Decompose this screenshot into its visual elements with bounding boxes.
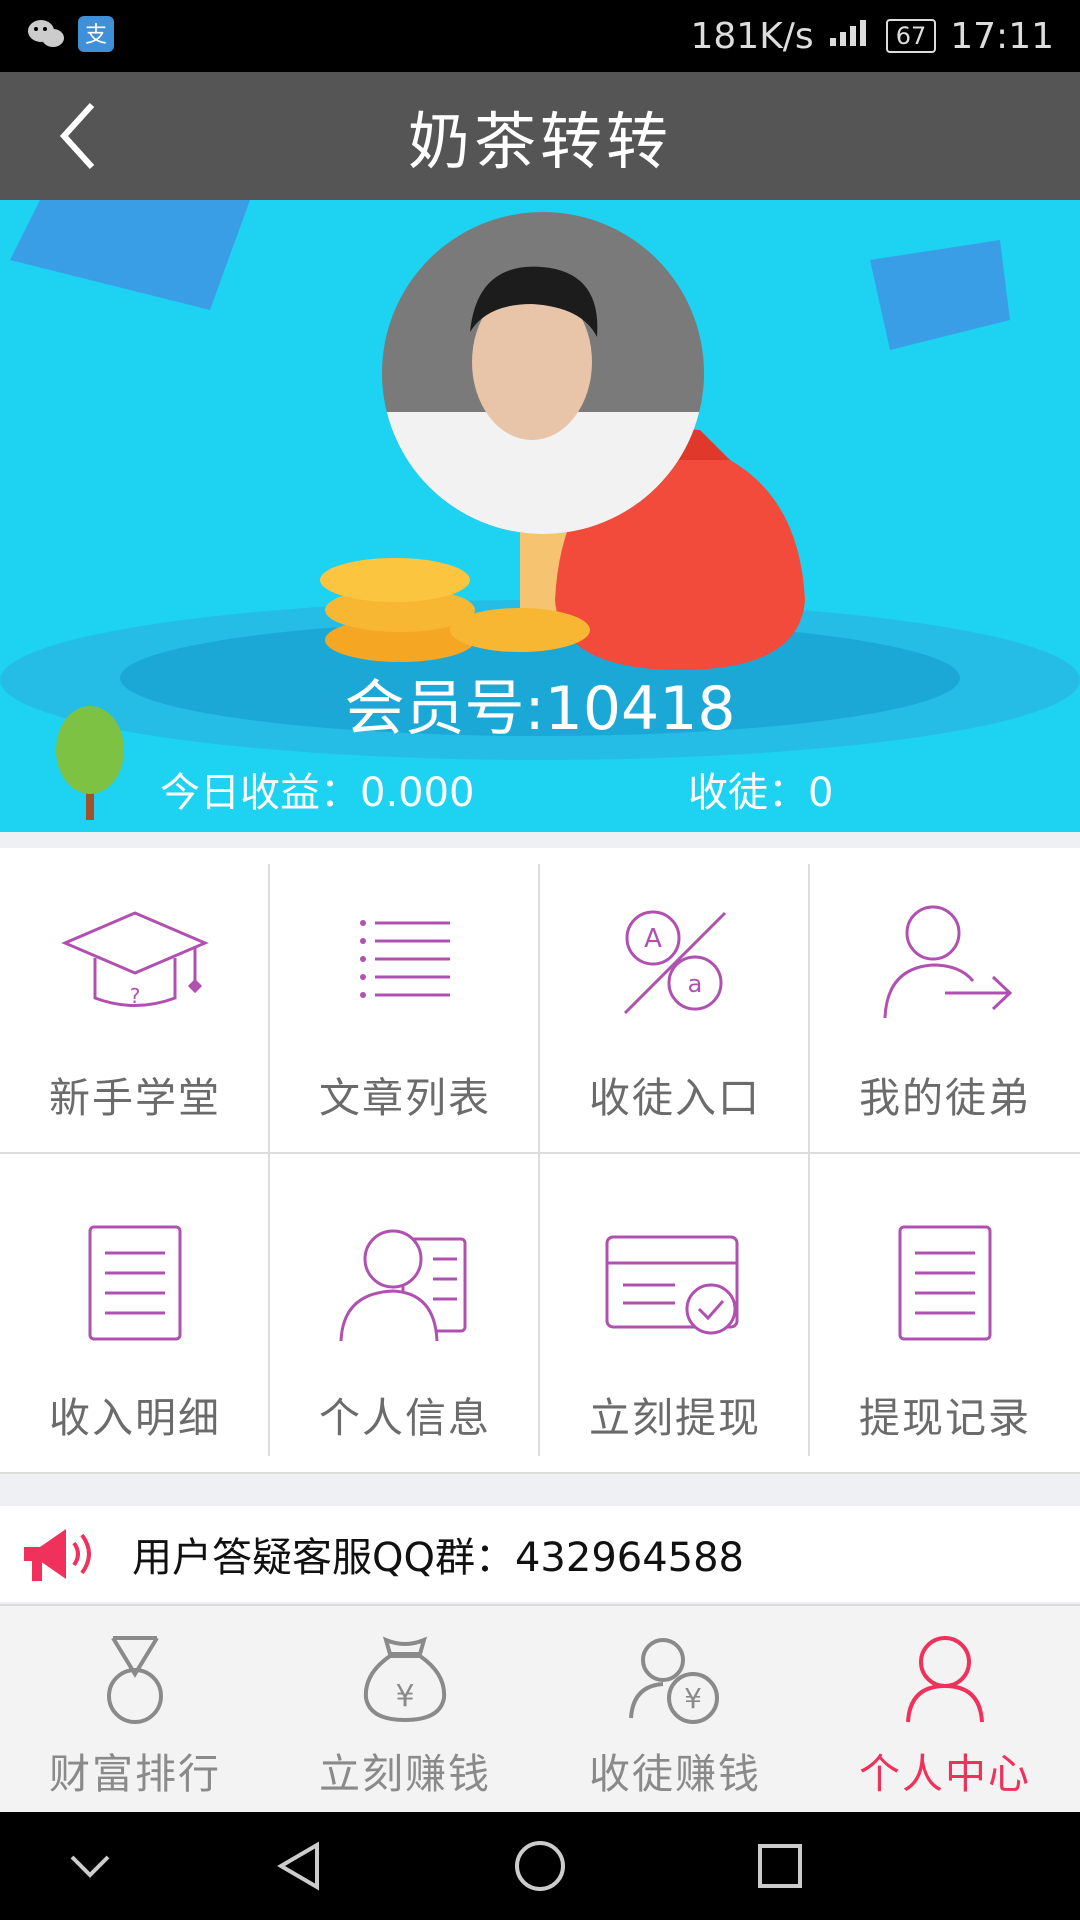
apprentice-count: 收徒：0 (688, 770, 834, 816)
svg-text:a: a (688, 970, 703, 998)
translate-icon: Aa (595, 898, 755, 1028)
square-recents-icon (758, 1844, 802, 1888)
card-check-icon (595, 1218, 755, 1348)
clock: 17:11 (950, 15, 1054, 57)
menu-grid: ? 新手学堂 文章列表 Aa 收徒入口 我的徒弟 收入明细 个人信息 立刻提现 … (0, 848, 1080, 1474)
nav-home-button[interactable] (504, 1830, 576, 1902)
megaphone-icon (10, 1506, 106, 1602)
document-icon (55, 1218, 215, 1348)
svg-text:?: ? (130, 984, 141, 1008)
menu-item-personal-info[interactable]: 个人信息 (270, 1168, 540, 1464)
menu-item-withdraw-records[interactable]: 提现记录 (810, 1168, 1080, 1464)
menu-item-my-apprentices[interactable]: 我的徒弟 (810, 848, 1080, 1144)
menu-item-label: 新手学堂 (49, 1074, 221, 1122)
tab-label: 个人中心 (859, 1750, 1031, 1798)
menu-item-income-details[interactable]: 收入明细 (0, 1168, 270, 1464)
nav-back-button[interactable] (264, 1830, 336, 1902)
back-button[interactable] (40, 98, 116, 174)
person-icon (895, 1634, 995, 1726)
menu-item-label: 收入明细 (49, 1394, 221, 1442)
user-arrow-icon (865, 898, 1025, 1028)
contact-card-icon (325, 1218, 485, 1348)
chevron-down-icon (70, 1855, 110, 1878)
triangle-back-icon (277, 1841, 319, 1891)
divider (0, 1472, 1080, 1474)
menu-item-article-list[interactable]: 文章列表 (270, 848, 540, 1144)
menu-item-newbie-school[interactable]: ? 新手学堂 (0, 848, 270, 1144)
menu-item-label: 收徒入口 (589, 1074, 761, 1122)
alipay-icon: 支 (78, 16, 114, 56)
notice-text: 用户答疑客服QQ群：432964588 (132, 1535, 745, 1581)
menu-item-label: 提现记录 (859, 1394, 1031, 1442)
member-id: 会员号:10418 (344, 674, 736, 744)
avatar-photo (382, 212, 704, 534)
menu-item-withdraw-now[interactable]: 立刻提现 (540, 1168, 810, 1464)
medal-icon (85, 1634, 185, 1726)
back-arrow-icon (59, 102, 95, 170)
circle-home-icon (515, 1841, 565, 1891)
svg-text:支: 支 (85, 23, 107, 48)
profile-banner: 会员号:10418 今日收益：0.000 收徒：0 (0, 200, 1080, 832)
svg-text:¥: ¥ (395, 1679, 414, 1714)
avatar[interactable] (382, 212, 704, 534)
system-nav-bar (0, 1812, 1080, 1920)
tab-recruit-earn[interactable]: ¥ 收徒赚钱 (540, 1606, 810, 1812)
tab-earn-now[interactable]: ¥ 立刻赚钱 (270, 1606, 540, 1812)
collapse-button[interactable] (54, 1830, 126, 1902)
svg-text:¥: ¥ (684, 1682, 702, 1715)
signal-icon (828, 16, 872, 57)
notice-bar[interactable]: 用户答疑客服QQ群：432964588 (0, 1506, 1080, 1602)
svg-text:A: A (644, 924, 662, 954)
menu-item-label: 我的徒弟 (859, 1074, 1031, 1122)
bottom-tab-bar: 财富排行 ¥ 立刻赚钱 ¥ 收徒赚钱 个人中心 (0, 1604, 1080, 1812)
menu-item-recruit-entry[interactable]: Aa 收徒入口 (540, 848, 810, 1144)
nav-recents-button[interactable] (744, 1830, 816, 1902)
wechat-icon (26, 17, 66, 55)
graduation-cap-icon: ? (55, 898, 215, 1028)
tab-label: 财富排行 (49, 1750, 221, 1798)
menu-item-label: 文章列表 (319, 1074, 491, 1122)
divider (0, 1152, 1080, 1154)
record-icon (865, 1218, 1025, 1348)
money-bag-icon: ¥ (355, 1634, 455, 1726)
page-title: 奶茶转转 (407, 105, 672, 178)
tab-label: 立刻赚钱 (319, 1750, 491, 1798)
menu-item-label: 立刻提现 (589, 1394, 761, 1442)
tab-wealth-ranking[interactable]: 财富排行 (0, 1606, 270, 1812)
tab-label: 收徒赚钱 (589, 1750, 761, 1798)
title-bar: 奶茶转转 (0, 72, 1080, 200)
user-yen-icon: ¥ (625, 1634, 725, 1726)
tab-personal-center[interactable]: 个人中心 (810, 1606, 1080, 1812)
menu-item-label: 个人信息 (319, 1394, 491, 1442)
battery-indicator: 67 (885, 19, 937, 53)
status-bar: 支 181K/s 67 17:11 (0, 0, 1080, 72)
network-speed: 181K/s (690, 15, 814, 57)
today-income: 今日收益：0.000 (160, 770, 475, 816)
list-icon (325, 898, 485, 1028)
